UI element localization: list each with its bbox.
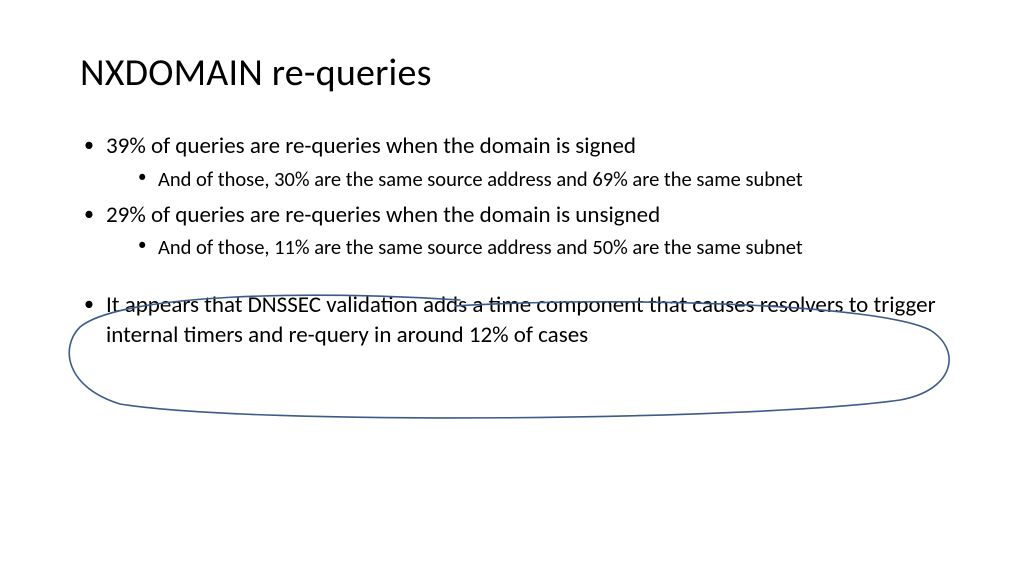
slide-title: NXDOMAIN re-queries — [80, 50, 954, 96]
list-item: It appears that DNSSEC validation adds a… — [80, 291, 954, 351]
list-item: 29% of queries are re-queries when the d… — [80, 201, 954, 262]
sub-list: And of those, 11% are the same source ad… — [106, 234, 954, 261]
list-item: 39% of queries are re-queries when the d… — [80, 132, 954, 193]
bullet-text: 29% of queries are re-queries when the d… — [106, 201, 660, 229]
list-item: And of those, 30% are the same source ad… — [136, 166, 954, 193]
bullet-text: 39% of queries are re-queries when the d… — [106, 132, 636, 160]
slide: NXDOMAIN re-queries 39% of queries are r… — [0, 0, 1024, 351]
sub-list: And of those, 30% are the same source ad… — [106, 166, 954, 193]
bullet-text: And of those, 11% are the same source ad… — [158, 234, 803, 260]
bullet-list: 39% of queries are re-queries when the d… — [80, 132, 954, 351]
bullet-text: It appears that DNSSEC validation adds a… — [106, 291, 936, 349]
bullet-text: And of those, 30% are the same source ad… — [158, 166, 803, 192]
list-item: And of those, 11% are the same source ad… — [136, 234, 954, 261]
